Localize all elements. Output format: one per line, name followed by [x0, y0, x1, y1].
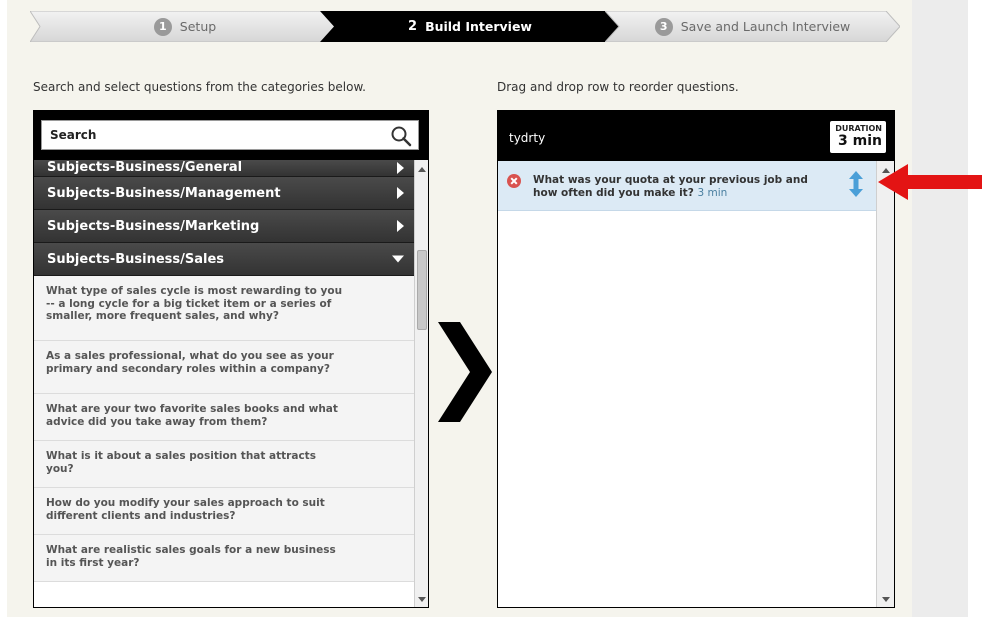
interview-name: tydrty: [509, 131, 546, 145]
interview-builder: 1 Setup 2 Build Interview 3 Save and Lau…: [0, 0, 982, 617]
duration-badge: DURATION 3 min: [830, 121, 886, 153]
left-scrollbar[interactable]: [414, 160, 428, 607]
question-text: What type of sales cycle is most rewardi…: [46, 285, 343, 322]
right-gutter: [912, 0, 968, 617]
step-label: Build Interview: [425, 19, 532, 34]
category-label: Subjects-Business/Marketing: [47, 218, 260, 234]
remove-icon[interactable]: [507, 174, 521, 188]
question-item[interactable]: As a sales professional, what do you see…: [34, 341, 414, 394]
selected-question-text: What was your quota at your previous job…: [533, 174, 808, 199]
selected-question-duration: 3 min: [697, 186, 728, 199]
reorder-drag-icon[interactable]: [848, 171, 864, 197]
category-label: Subjects-Business/Sales: [47, 251, 225, 267]
scroll-up-icon[interactable]: [418, 167, 426, 172]
question-text: What are realistic sales goals for a new…: [46, 544, 336, 569]
step-number: 1: [153, 17, 172, 36]
question-item[interactable]: How do you modify your sales approach to…: [34, 488, 414, 535]
selected-question: What was your quota at your previous job…: [533, 174, 833, 199]
category-management[interactable]: Subjects-Business/Management: [34, 177, 414, 210]
chevron-right-icon: [397, 220, 404, 232]
chevron-right-icon: [397, 162, 404, 174]
scroll-down-icon[interactable]: [418, 597, 426, 602]
duration-label: DURATION: [835, 124, 882, 133]
selected-question-row[interactable]: What was your quota at your previous job…: [498, 161, 876, 211]
category-label: Subjects-Business/Management: [47, 185, 281, 201]
question-text: As a sales professional, what do you see…: [46, 350, 334, 375]
add-question-arrow-icon[interactable]: [438, 322, 492, 422]
category-list: Subjects-Business/General Subjects-Busin…: [34, 160, 414, 607]
right-scrollbar[interactable]: [876, 161, 894, 607]
category-sales[interactable]: Subjects-Business/Sales: [34, 243, 414, 276]
right-instruction: Drag and drop row to reorder questions.: [497, 80, 739, 94]
question-item[interactable]: What are your two favorite sales books a…: [34, 394, 414, 441]
search-box: [41, 120, 419, 150]
search-icon[interactable]: [390, 125, 412, 147]
question-item[interactable]: What type of sales cycle is most rewardi…: [34, 276, 414, 341]
category-marketing[interactable]: Subjects-Business/Marketing: [34, 210, 414, 243]
question-library-panel: Subjects-Business/General Subjects-Busin…: [33, 110, 429, 608]
question-item[interactable]: What is it about a sales position that a…: [34, 441, 414, 488]
annotation-arrow-icon: [878, 164, 982, 200]
step-number: 2: [408, 19, 418, 34]
search-input[interactable]: [42, 121, 382, 149]
left-instruction: Search and select questions from the cat…: [33, 80, 366, 94]
wizard-step-build[interactable]: 2 Build Interview: [320, 11, 620, 42]
scroll-down-icon[interactable]: [882, 597, 890, 602]
duration-value: 3 min: [838, 133, 882, 149]
question-text: What is it about a sales position that a…: [46, 450, 316, 475]
wizard-step-setup[interactable]: 1 Setup: [30, 11, 340, 42]
step-number: 3: [654, 17, 673, 36]
scrollbar-thumb[interactable]: [417, 250, 427, 330]
step-label: Setup: [179, 19, 217, 34]
interview-header: tydrty DURATION 3 min: [498, 111, 894, 161]
chevron-down-icon: [392, 255, 404, 263]
step-label: Save and Launch Interview: [680, 19, 851, 34]
question-text: What are your two favorite sales books a…: [46, 403, 338, 428]
category-general[interactable]: Subjects-Business/General: [34, 160, 414, 177]
chevron-right-icon: [397, 187, 404, 199]
wizard-steps: 1 Setup 2 Build Interview 3 Save and Lau…: [30, 11, 900, 42]
question-item[interactable]: What are realistic sales goals for a new…: [34, 535, 414, 582]
category-label: Subjects-Business/General: [47, 160, 243, 175]
interview-questions-panel: tydrty DURATION 3 min What was your quot…: [497, 110, 895, 608]
question-text: How do you modify your sales approach to…: [46, 497, 325, 522]
wizard-step-save-launch[interactable]: 3 Save and Launch Interview: [605, 11, 900, 42]
